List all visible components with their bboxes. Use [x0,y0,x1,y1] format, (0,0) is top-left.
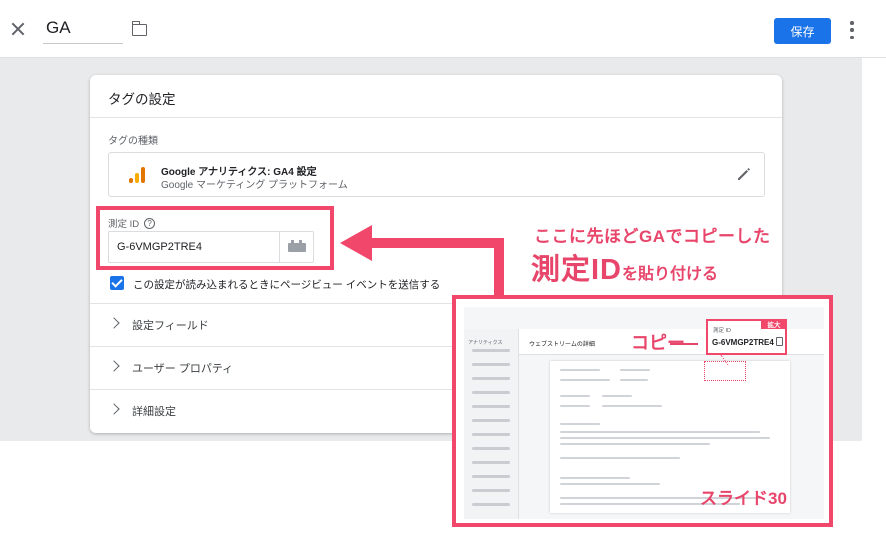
highlight-box [96,206,334,270]
inset-stream-title: ウェブストリームの詳細 [529,342,595,348]
divider [90,117,782,118]
copy-dash [670,343,698,345]
zoom-value: G-6VMGP2TRE4 [712,338,774,347]
zoom-label: 測定 ID [713,328,732,334]
annotation-line2-big: 測定ID [531,254,623,286]
chevron-right-icon [108,403,120,415]
tag-type-selector[interactable]: Google アナリティクス: GA4 設定 Google マーケティング プラ… [108,152,765,197]
card-title: タグの設定 [108,92,176,107]
inset-analytics-label: アナリティクス [468,340,503,346]
inset-screenshot: アナリティクス ウェブストリームの詳細 コピー 測定 ID G-6VMGP2TR… [452,295,833,527]
more-vert-icon[interactable] [849,21,855,39]
chevron-right-icon [108,360,120,372]
inset-sidebar [464,329,519,519]
top-bar: GA 保存 [0,0,886,58]
annotation-line1: ここに先ほどGAでコピーした [534,227,771,246]
tag-type-subtitle: Google マーケティング プラットフォーム [161,180,348,191]
section-label: ユーザー プロパティ [132,363,234,375]
section-label: 設定フィールド [132,320,209,332]
copy-icon [776,337,783,346]
pageview-checkbox[interactable] [110,276,124,290]
annotation-line2-small: を貼り付ける [622,266,719,283]
pencil-icon[interactable] [736,166,752,182]
section-label: 詳細設定 [132,406,176,418]
inset-copy-label: コピー [631,333,685,353]
arrow-icon [340,225,504,303]
close-icon[interactable] [9,20,27,38]
chevron-right-icon [108,317,120,329]
save-button[interactable]: 保存 [774,18,831,44]
tag-name-input[interactable]: GA [43,18,123,44]
slide-label: スライド30 [700,489,787,508]
tag-type-label: タグの種類 [108,136,158,147]
annotation-line2: 測定IDを貼り付ける [531,246,718,288]
folder-icon[interactable] [131,21,147,36]
analytics-logo-icon [129,167,145,183]
small-highlight [704,361,746,381]
zoom-badge: 拡大 [761,319,787,329]
